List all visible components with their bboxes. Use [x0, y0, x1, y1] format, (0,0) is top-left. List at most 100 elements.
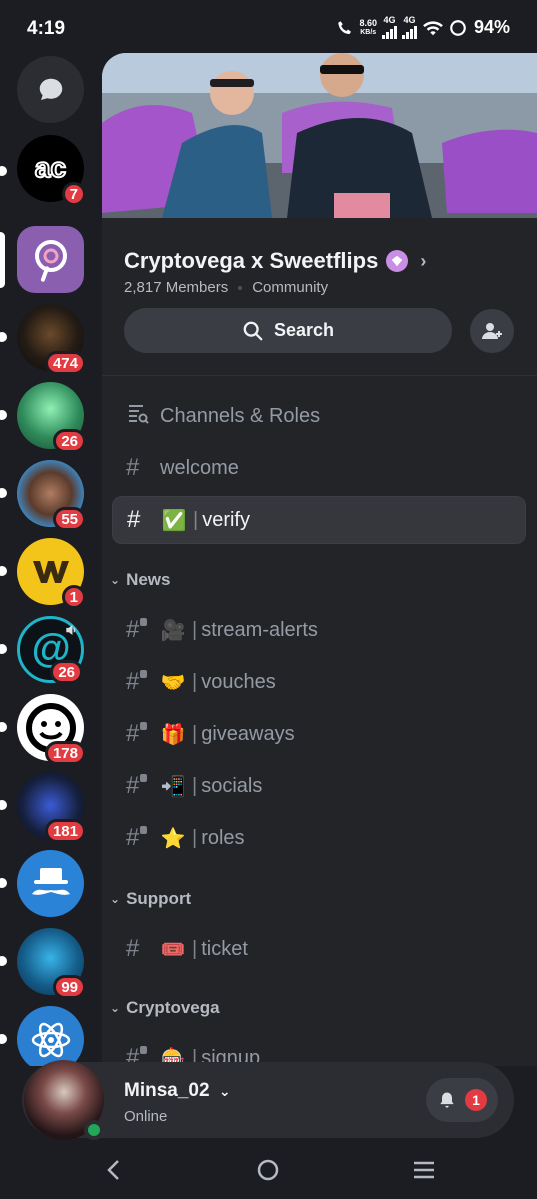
- separator: |: [192, 670, 198, 693]
- server-icon-7[interactable]: @ 26: [17, 616, 84, 684]
- add-user-icon: [482, 323, 502, 339]
- chevron-right-icon: ›: [420, 250, 427, 271]
- unread-badge: 474: [44, 351, 86, 375]
- server-icon-12[interactable]: [17, 1006, 84, 1066]
- direct-messages-button[interactable]: [17, 56, 84, 123]
- unread-indicator: [0, 800, 7, 810]
- gift-emoji-icon: 🎁: [160, 723, 186, 746]
- server-icon-5[interactable]: 55: [17, 460, 86, 531]
- server-icon-6[interactable]: 1: [17, 538, 86, 609]
- banner-image: [102, 53, 537, 218]
- meta-separator: [238, 285, 243, 290]
- server-icon-cryptovega-sweetflips[interactable]: [17, 226, 84, 293]
- server-type: Community: [252, 279, 329, 296]
- category-news[interactable]: ⌄ News: [110, 570, 170, 590]
- channel-stream-alerts[interactable]: # 🎥 | stream-alerts: [112, 606, 526, 654]
- server-icon-9[interactable]: 181: [17, 772, 86, 843]
- atom-icon: [31, 1022, 70, 1057]
- separator: |: [192, 826, 198, 849]
- channels-roles-icon: [126, 401, 160, 432]
- chevron-down-icon: ⌄: [110, 573, 121, 587]
- unread-badge: 26: [53, 429, 86, 453]
- handshake-emoji-icon: 🤝: [160, 671, 186, 694]
- category-cryptovega[interactable]: ⌄ Cryptovega: [110, 998, 220, 1018]
- channel-panel: Cryptovega x Sweetflips › 2,817 Members …: [102, 53, 537, 1066]
- chevron-down-icon: ⌄: [110, 1001, 121, 1015]
- net-type-1: 4G: [381, 16, 397, 39]
- system-nav-bar: [0, 1140, 537, 1199]
- user-panel[interactable]: Minsa_02 ⌄ Online 1: [22, 1060, 514, 1140]
- phone-emoji-icon: 📲: [160, 775, 186, 798]
- w-logo-icon: [32, 560, 69, 583]
- selected-indicator: [0, 232, 5, 288]
- unread-indicator: [0, 488, 7, 498]
- mustache-hat-icon: [31, 867, 70, 895]
- chevron-down-icon: ⌄: [110, 892, 121, 906]
- back-button[interactable]: [93, 1154, 133, 1186]
- locked-hash-icon: #: [126, 772, 160, 800]
- server-banner: [102, 53, 537, 218]
- channel-verify[interactable]: # ✅ | verify: [112, 496, 526, 544]
- category-support[interactable]: ⌄ Support: [110, 889, 191, 909]
- separator: |: [192, 937, 198, 960]
- chat-bubble-icon: [39, 78, 62, 100]
- notifications-button[interactable]: 1: [426, 1078, 498, 1122]
- lollipop-logo-icon: [35, 240, 67, 282]
- unread-indicator: [0, 332, 7, 342]
- hash-icon: #: [127, 506, 141, 533]
- channels-roles-item[interactable]: Channels & Roles: [112, 392, 526, 440]
- member-count: 2,817 Members: [124, 279, 229, 296]
- notification-badge: 1: [465, 1089, 487, 1111]
- hash-icon: #: [126, 454, 140, 481]
- username[interactable]: Minsa_02 ⌄: [124, 1080, 231, 1102]
- search-button[interactable]: Search: [124, 308, 452, 353]
- server-icon-4[interactable]: 26: [17, 382, 86, 453]
- signal-icon: [381, 25, 397, 39]
- ticket-emoji-icon: 🎟️: [160, 938, 186, 961]
- unread-badge: 181: [44, 819, 86, 843]
- boost-badge-icon: [386, 250, 409, 272]
- unread-indicator: [0, 166, 7, 176]
- unread-badge: 1: [61, 585, 86, 609]
- server-rail[interactable]: ac 7 474 26 55 1 @ 26 178 181 99: [0, 56, 102, 1066]
- svg-text:ac: ac: [35, 152, 66, 183]
- separator: |: [192, 774, 198, 797]
- server-icon-3[interactable]: 474: [17, 304, 86, 375]
- server-icon-ac[interactable]: ac 7: [17, 135, 86, 206]
- server-meta: 2,817 Members Community: [124, 279, 328, 296]
- status-icons: 8.60 KB/s 4G 4G 94%: [336, 16, 510, 39]
- search-icon: [243, 321, 263, 340]
- channel-socials[interactable]: # 📲 | socials: [112, 762, 526, 810]
- menu-icon: [414, 1161, 434, 1179]
- signal-icon: [401, 25, 417, 39]
- unread-indicator: [0, 956, 7, 966]
- locked-hash-icon: #: [126, 616, 160, 644]
- net-speed: 8.60 KB/s: [359, 17, 377, 36]
- channel-vouches[interactable]: # 🤝 | vouches: [112, 658, 526, 706]
- unread-badge: 7: [61, 182, 86, 206]
- speaker-icon: [66, 625, 76, 635]
- server-name[interactable]: Cryptovega x Sweetflips ›: [124, 248, 426, 274]
- status-time: 4:19: [27, 18, 66, 39]
- star-emoji-icon: ⭐: [160, 827, 186, 850]
- channel-welcome[interactable]: # welcome: [112, 444, 526, 492]
- recents-button[interactable]: [404, 1154, 444, 1186]
- home-button[interactable]: [248, 1154, 288, 1186]
- server-icon-10[interactable]: [17, 850, 84, 917]
- separator: |: [192, 722, 198, 745]
- call-icon: [338, 20, 352, 34]
- separator: |: [193, 508, 199, 531]
- server-icon-11[interactable]: 99: [17, 928, 86, 999]
- channel-roles[interactable]: # ⭐ | roles: [112, 814, 526, 862]
- server-icon-8[interactable]: 178: [17, 694, 86, 765]
- chevron-down-icon: ⌄: [218, 1083, 231, 1099]
- channel-giveaways[interactable]: # 🎁 | giveaways: [112, 710, 526, 758]
- net-type-2: 4G: [401, 16, 417, 39]
- locked-hash-icon: #: [126, 824, 160, 852]
- unread-badge: 99: [53, 975, 86, 999]
- channel-ticket[interactable]: # 🎟️ | ticket: [112, 925, 526, 973]
- invite-members-button[interactable]: [470, 309, 514, 353]
- unread-indicator: [0, 566, 7, 576]
- check-emoji-icon: ✅: [161, 509, 187, 532]
- battery-percent: 94%: [473, 17, 510, 37]
